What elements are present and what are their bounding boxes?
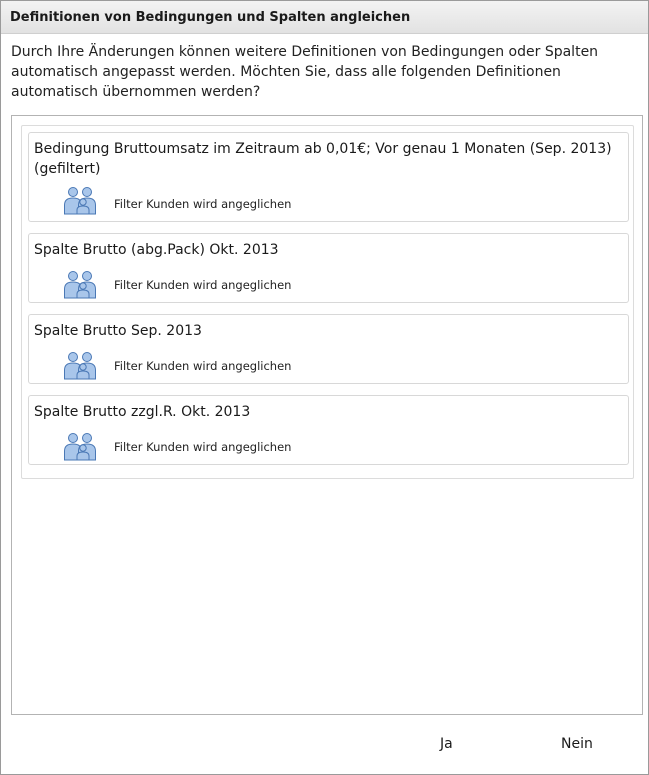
item-title: Spalte Brutto (abg.Pack) Okt. 2013 (34, 242, 279, 258)
list-item[interactable]: Spalte Brutto zzgl.R. Okt. 2013 Filter K… (28, 395, 629, 465)
item-title: Spalte Brutto zzgl.R. Okt. 2013 (34, 404, 251, 420)
dialog-titlebar: Definitionen von Bedingungen und Spalten… (1, 1, 648, 34)
no-button[interactable]: Nein (561, 734, 593, 754)
item-status: Filter Kunden wird angeglichen (114, 278, 292, 292)
customers-group-icon (64, 271, 96, 299)
definitions-list-frame[interactable]: Bedingung Bruttoumsatz im Zeitraum ab 0,… (11, 115, 643, 715)
intro-text: Durch Ihre Änderungen können weitere Def… (11, 44, 599, 100)
item-status: Filter Kunden wird angeglichen (114, 440, 292, 454)
list-item[interactable]: Spalte Brutto (abg.Pack) Okt. 2013 Filte… (28, 233, 629, 303)
item-title: Bedingung Bruttoumsatz im Zeitraum ab 0,… (34, 141, 612, 177)
dialog-title: Definitionen von Bedingungen und Spalten… (10, 10, 411, 25)
customers-group-icon (64, 187, 96, 215)
item-title: Spalte Brutto Sep. 2013 (34, 323, 202, 339)
customers-group-icon (64, 352, 96, 380)
customers-group-icon (64, 433, 96, 461)
dialog-window: Definitionen von Bedingungen und Spalten… (0, 0, 649, 775)
item-status: Filter Kunden wird angeglichen (114, 197, 292, 211)
list-item[interactable]: Bedingung Bruttoumsatz im Zeitraum ab 0,… (28, 132, 629, 222)
yes-button[interactable]: Ja (440, 734, 453, 754)
item-status: Filter Kunden wird angeglichen (114, 359, 292, 373)
definitions-list: Bedingung Bruttoumsatz im Zeitraum ab 0,… (21, 125, 634, 479)
list-item[interactable]: Spalte Brutto Sep. 2013 Filter Kunden wi… (28, 314, 629, 384)
